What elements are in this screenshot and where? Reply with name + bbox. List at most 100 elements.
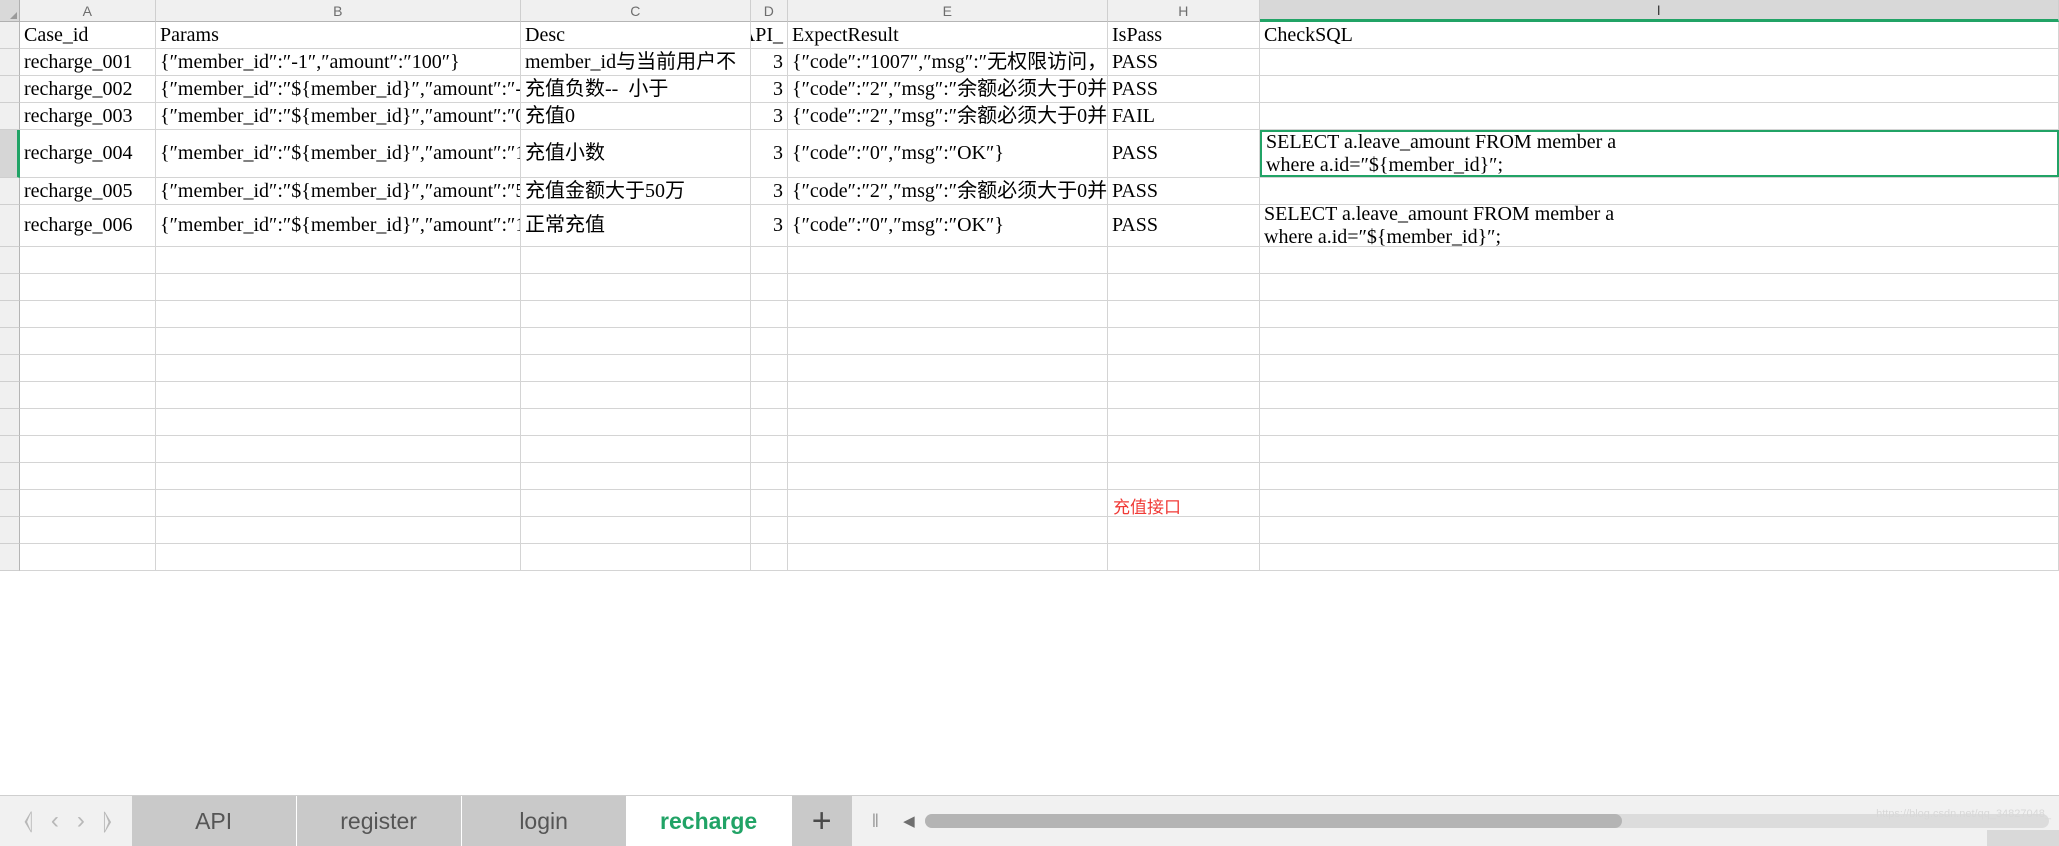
cell-b[interactable]: [156, 463, 521, 489]
cell-h[interactable]: [1108, 274, 1260, 300]
cell-e[interactable]: {″code″:″1007″,″msg″:″无权限访问，请: [788, 49, 1108, 75]
cell-i[interactable]: [1260, 274, 2059, 300]
cell-e[interactable]: [788, 409, 1108, 435]
row-header[interactable]: [0, 544, 20, 571]
scroll-resize-grip[interactable]: ‖: [852, 811, 893, 832]
cell-b[interactable]: {″member_id″:″${member_id}″,″amount″:″-1: [156, 76, 521, 102]
row-header[interactable]: [0, 49, 20, 76]
row-header[interactable]: [0, 22, 20, 49]
cell-d[interactable]: [751, 382, 788, 408]
cell-d[interactable]: [751, 274, 788, 300]
cell-i[interactable]: [1260, 247, 2059, 273]
cell-d[interactable]: [751, 355, 788, 381]
cell-d[interactable]: 3: [751, 178, 788, 204]
cell-d[interactable]: [751, 463, 788, 489]
cell-d[interactable]: 3: [751, 76, 788, 102]
cell-h[interactable]: [1108, 463, 1260, 489]
cell-c[interactable]: [521, 274, 751, 300]
cell-d[interactable]: [751, 490, 788, 516]
cell-h[interactable]: PASS: [1108, 49, 1260, 75]
cell-a[interactable]: [20, 436, 156, 462]
cell-c[interactable]: [521, 247, 751, 273]
cell-e[interactable]: {″code″:″0″,″msg″:″OK″}: [788, 205, 1108, 246]
cell-e[interactable]: [788, 355, 1108, 381]
row-header[interactable]: [0, 247, 20, 274]
cell-e[interactable]: [788, 490, 1108, 516]
column-header-e[interactable]: E: [788, 0, 1108, 22]
cell-i[interactable]: SELECT a.leave_amount FROM member a wher…: [1260, 205, 2059, 246]
cell-h[interactable]: PASS: [1108, 76, 1260, 102]
cell-a[interactable]: [20, 382, 156, 408]
last-sheet-icon[interactable]: ⦊: [103, 807, 112, 835]
cell-i[interactable]: [1260, 178, 2059, 204]
cell-i[interactable]: [1260, 76, 2059, 102]
column-header-d[interactable]: D: [751, 0, 788, 22]
cell-d[interactable]: [751, 517, 788, 543]
cell-e[interactable]: [788, 436, 1108, 462]
sheet-tab-register[interactable]: register: [296, 796, 462, 846]
row-header[interactable]: [0, 436, 20, 463]
cell-b[interactable]: [156, 328, 521, 354]
add-sheet-button[interactable]: +: [791, 796, 852, 846]
cell-e[interactable]: [788, 247, 1108, 273]
cell-c[interactable]: member_id与当前用户不: [521, 49, 751, 75]
cell-a[interactable]: recharge_002: [20, 76, 156, 102]
cell-a[interactable]: [20, 544, 156, 570]
cell-i[interactable]: [1260, 49, 2059, 75]
cell-e[interactable]: [788, 463, 1108, 489]
cell-i[interactable]: [1260, 301, 2059, 327]
row-header[interactable]: [0, 274, 20, 301]
cell-h[interactable]: [1108, 436, 1260, 462]
cell-c[interactable]: 正常充值: [521, 205, 751, 246]
cell-c[interactable]: 充值金额大于50万: [521, 178, 751, 204]
cell-a[interactable]: [20, 517, 156, 543]
next-sheet-icon[interactable]: ›: [77, 807, 85, 835]
row-header[interactable]: [0, 328, 20, 355]
column-header-i[interactable]: I: [1260, 0, 2059, 22]
cell-d[interactable]: 3: [751, 103, 788, 129]
cell-i[interactable]: CheckSQL: [1260, 22, 2059, 48]
cell-b[interactable]: [156, 490, 521, 516]
cell-a[interactable]: [20, 247, 156, 273]
select-all-corner[interactable]: [0, 0, 20, 22]
cell-i[interactable]: [1260, 490, 2059, 516]
cell-h[interactable]: [1108, 355, 1260, 381]
cell-a[interactable]: [20, 490, 156, 516]
cell-a[interactable]: recharge_003: [20, 103, 156, 129]
cell-i[interactable]: [1260, 103, 2059, 129]
row-header[interactable]: [0, 517, 20, 544]
cell-b[interactable]: [156, 409, 521, 435]
cell-h[interactable]: PASS: [1108, 130, 1260, 177]
cell-i[interactable]: [1260, 436, 2059, 462]
cell-h[interactable]: [1108, 517, 1260, 543]
cell-b[interactable]: {″member_id″:″${member_id}″,″amount″:″50: [156, 178, 521, 204]
cell-d[interactable]: [751, 544, 788, 570]
cell-c[interactable]: [521, 463, 751, 489]
cell-b[interactable]: [156, 382, 521, 408]
cell-c[interactable]: [521, 490, 751, 516]
cell-a[interactable]: [20, 355, 156, 381]
cell-c[interactable]: [521, 409, 751, 435]
first-sheet-icon[interactable]: ⦉: [24, 807, 33, 835]
cell-d[interactable]: [751, 436, 788, 462]
cell-e[interactable]: [788, 274, 1108, 300]
cell-h[interactable]: [1108, 409, 1260, 435]
cell-i[interactable]: [1260, 517, 2059, 543]
cell-a[interactable]: recharge_005: [20, 178, 156, 204]
cell-h[interactable]: [1108, 382, 1260, 408]
scroll-left-icon[interactable]: ◀: [893, 812, 925, 830]
cell-b[interactable]: [156, 247, 521, 273]
cell-b[interactable]: [156, 544, 521, 570]
row-header[interactable]: [0, 463, 20, 490]
cell-c[interactable]: [521, 517, 751, 543]
cell-c[interactable]: [521, 544, 751, 570]
prev-sheet-icon[interactable]: ‹: [51, 807, 59, 835]
cell-d[interactable]: 3: [751, 205, 788, 246]
cell-h[interactable]: [1108, 301, 1260, 327]
cell-h[interactable]: PASS: [1108, 178, 1260, 204]
cell-a[interactable]: [20, 301, 156, 327]
cell-e[interactable]: {″code″:″2″,″msg″:″余额必须大于0并_: [788, 178, 1108, 204]
column-header-a[interactable]: A: [20, 0, 156, 22]
row-header[interactable]: [0, 178, 20, 205]
cell-e[interactable]: [788, 544, 1108, 570]
